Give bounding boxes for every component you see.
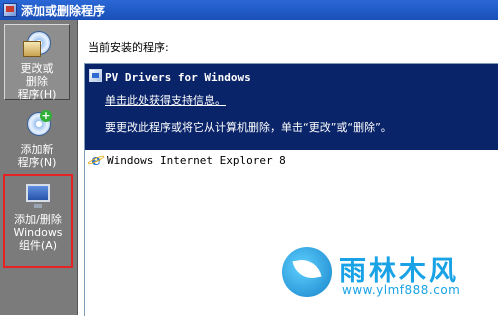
program-name: Windows Internet Explorer 8 — [107, 153, 286, 167]
program-row[interactable]: e Windows Internet Explorer 8 — [85, 150, 498, 170]
watermark-url: www.ylmf888.com — [342, 283, 461, 297]
internet-explorer-icon: e — [89, 153, 103, 168]
program-hint: 要更改此程序或将它从计算机删除，单击“更改”或“删除”。 — [105, 121, 392, 134]
add-new-programs-button[interactable]: + 添加新 程序(N) — [4, 106, 70, 170]
sidebar: 更改或 删除 程序(H) + 添加新 程序(N) 添加/删除 Windows 组… — [0, 20, 78, 315]
change-remove-programs-button[interactable]: 更改或 删除 程序(H) — [4, 24, 70, 101]
add-remove-programs-icon — [3, 3, 17, 17]
program-row-selected[interactable]: PV Drivers for Windows 单击此处获得支持信息。 要更改此程… — [85, 64, 498, 150]
windows-components-icon — [23, 180, 53, 210]
title-bar: 添加或删除程序 — [0, 0, 498, 20]
watermark-logo-icon — [282, 247, 332, 297]
section-title: 当前安装的程序: — [88, 41, 169, 54]
program-icon — [89, 69, 102, 82]
window-title: 添加或删除程序 — [21, 3, 106, 18]
watermark: 雨林木风 www.ylmf888.com — [282, 245, 492, 309]
add-remove-windows-components-button[interactable]: 添加/删除 Windows 组件(A) — [3, 174, 73, 268]
support-info-link[interactable]: 单击此处获得支持信息。 — [105, 92, 226, 108]
cd-add-icon: + — [22, 110, 52, 140]
program-name: PV Drivers for Windows — [105, 71, 251, 84]
sidebar-item-label: 更改或 删除 程序(H) — [17, 62, 57, 101]
sidebar-item-label: 添加/删除 Windows 组件(A) — [13, 213, 63, 252]
cd-box-icon — [22, 29, 52, 59]
sidebar-item-label: 添加新 程序(N) — [17, 143, 57, 169]
